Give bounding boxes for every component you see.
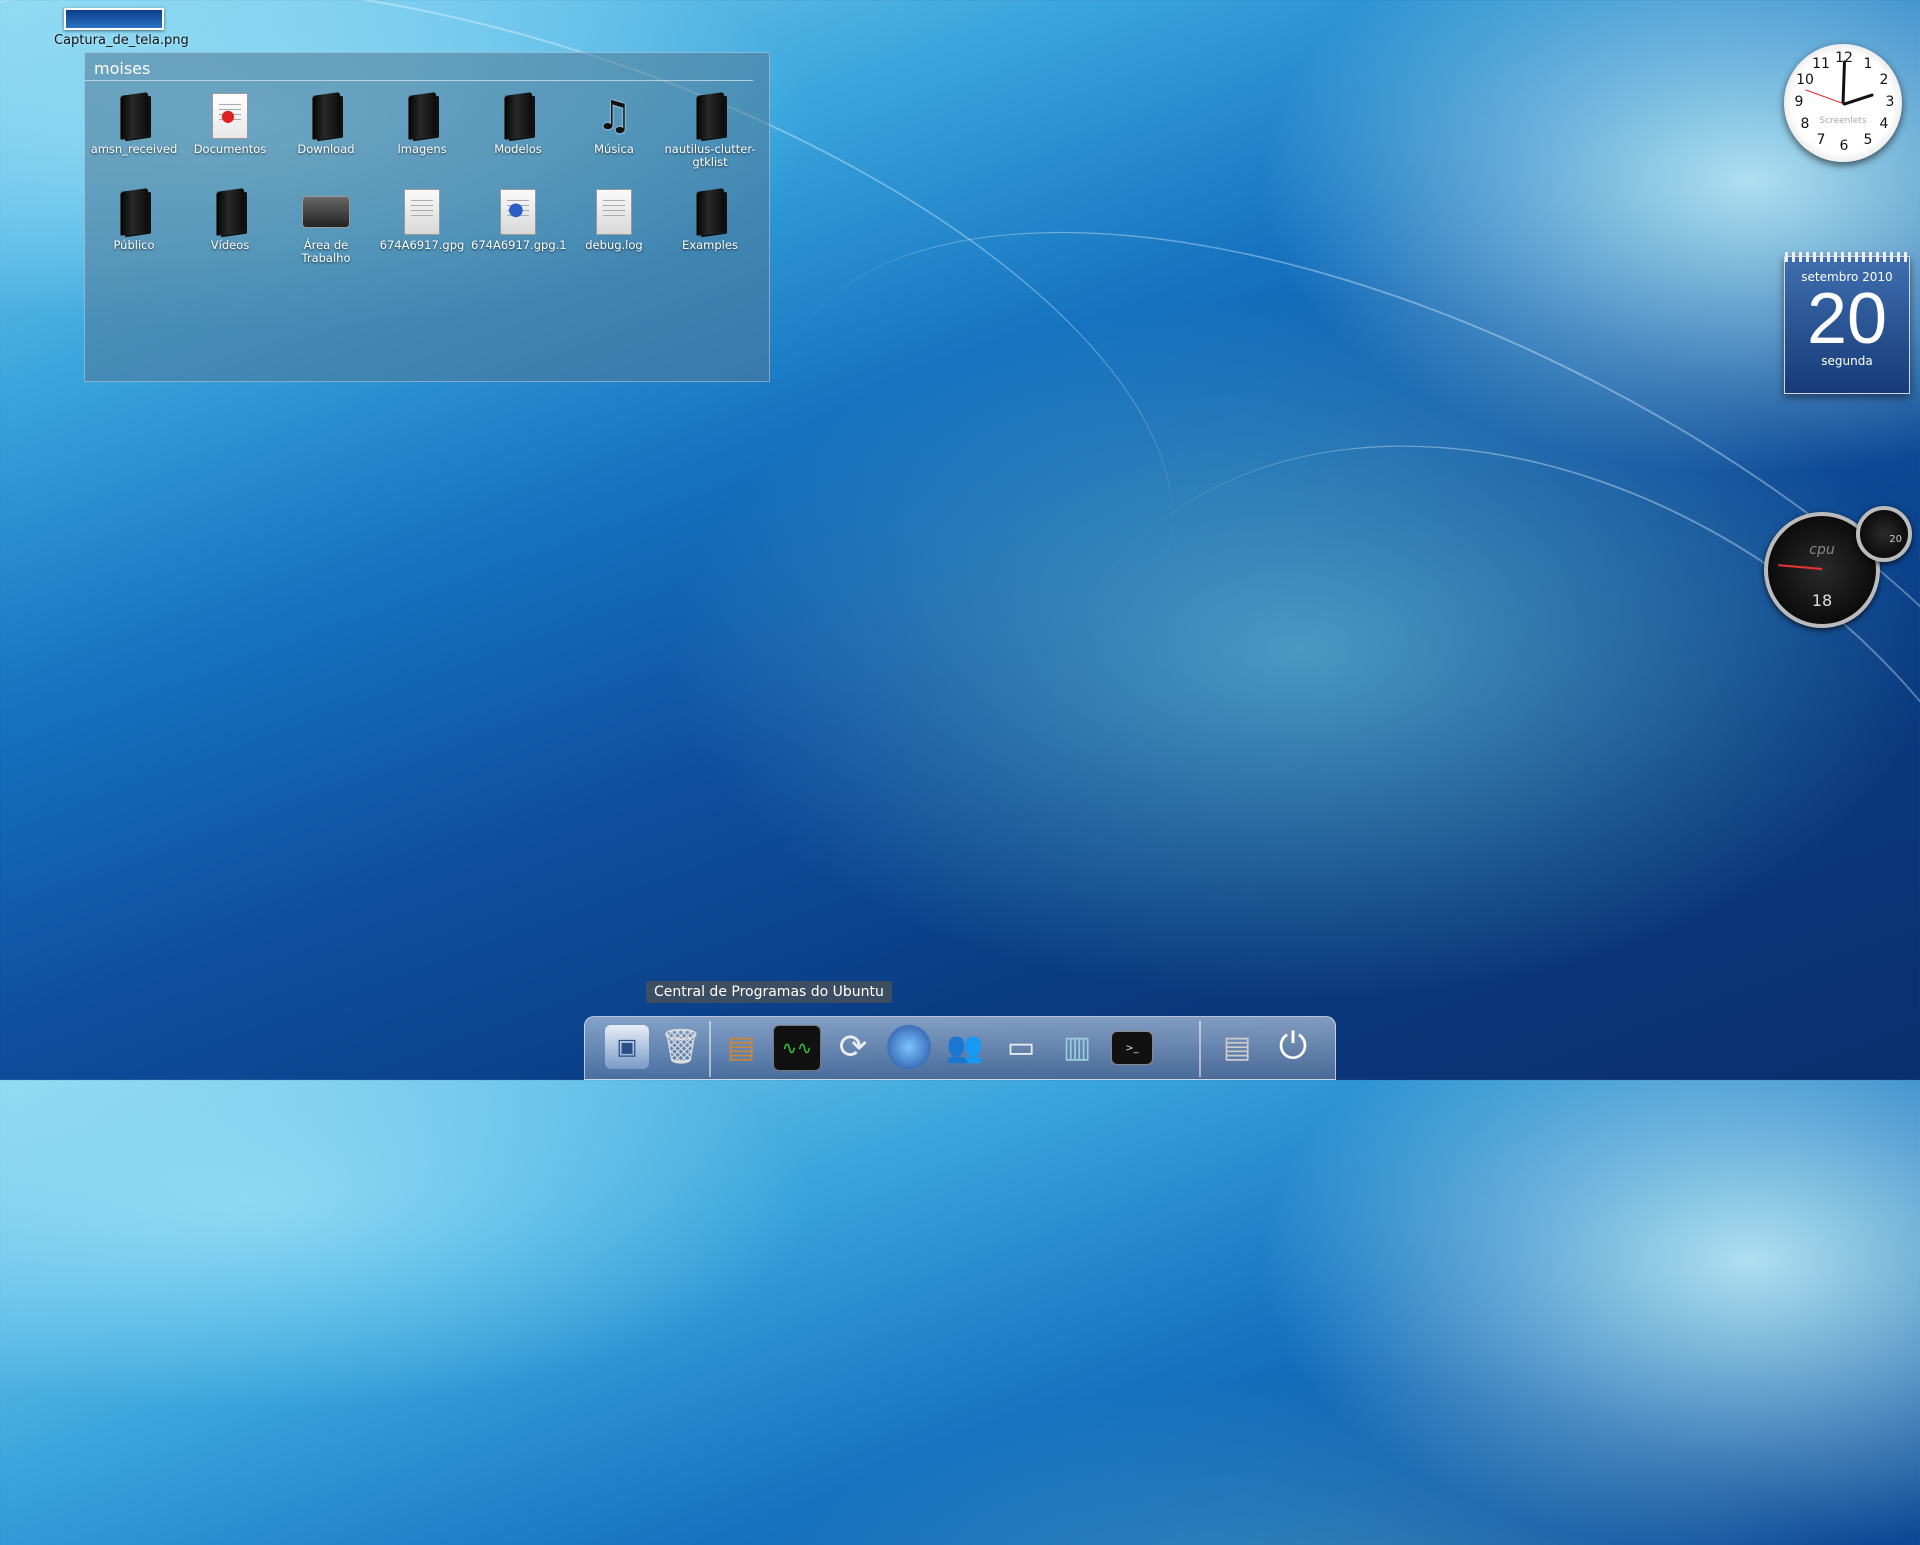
- folder-item-area-de-trabalho[interactable]: Área de Trabalho: [279, 187, 373, 265]
- folder-item-gpg[interactable]: 674A6917.gpg: [375, 187, 469, 252]
- web-browser-icon[interactable]: [887, 1025, 931, 1069]
- clock-number: 11: [1812, 56, 1830, 72]
- folder-item-videos[interactable]: Vídeos: [183, 187, 277, 252]
- clock-number: 6: [1839, 138, 1849, 154]
- update-icon[interactable]: ⟳: [831, 1025, 875, 1069]
- calendar-weekday: segunda: [1821, 354, 1873, 368]
- clock-number: 5: [1863, 132, 1873, 148]
- screen-icon[interactable]: ▭: [999, 1025, 1043, 1069]
- item-label: Público: [113, 238, 155, 252]
- clock-minute-hand: [1841, 60, 1847, 105]
- item-label: Download: [297, 142, 355, 156]
- item-label: debug.log: [585, 238, 643, 252]
- item-label: 674A6917.gpg: [379, 238, 465, 252]
- system-monitor-icon[interactable]: ∿∿: [773, 1025, 821, 1071]
- folder-view-title: moises: [85, 53, 753, 81]
- document-web-icon: ●: [500, 189, 536, 235]
- text-editor-icon[interactable]: ▥: [1055, 1025, 1099, 1069]
- folder-item-nautilus-clutter-gtklist[interactable]: nautilus-clutter-gtklist: [663, 91, 757, 169]
- music-folder-icon: ♫: [596, 93, 632, 139]
- memory-gauge-widget[interactable]: 20: [1856, 506, 1912, 562]
- folder-item-musica[interactable]: ♫ Música: [567, 91, 661, 156]
- clock-brand: Screenlets: [1819, 116, 1867, 126]
- cpu-value: 18: [1811, 591, 1833, 610]
- folder-icon: [216, 188, 244, 236]
- clock-number: 7: [1816, 132, 1826, 148]
- folder-item-debug-log[interactable]: debug.log: [567, 187, 661, 252]
- folder-item-publico[interactable]: Público: [87, 187, 181, 252]
- item-label: Examples: [682, 238, 738, 252]
- software-center-icon[interactable]: ▤: [719, 1025, 763, 1069]
- dock-separator: [1199, 1021, 1201, 1077]
- folder-icon: [312, 92, 340, 140]
- clock-second-hand: [1805, 89, 1844, 104]
- home-folder-icon[interactable]: ▣: [605, 1025, 649, 1069]
- folder-item-gpg-1[interactable]: ● 674A6917.gpg.1: [471, 187, 567, 252]
- clock-number: 9: [1794, 94, 1804, 110]
- folder-icon: [504, 92, 532, 140]
- documents-icon[interactable]: ▤: [1215, 1025, 1259, 1069]
- dock-separator: [709, 1021, 711, 1077]
- clock-number: 3: [1885, 94, 1895, 110]
- clock-number: 2: [1879, 72, 1889, 88]
- clock-number: 1: [1863, 56, 1873, 72]
- desktop-folder-icon: [302, 196, 350, 228]
- item-label: Modelos: [494, 142, 542, 156]
- clock-widget[interactable]: 12 1 2 3 4 5 6 7 8 9 10 11 Screenlets: [1784, 44, 1902, 162]
- clock-number: 10: [1796, 72, 1814, 88]
- messenger-icon[interactable]: 👥: [943, 1025, 987, 1069]
- folder-item-amsn-received[interactable]: amsn_received: [87, 91, 181, 156]
- dock-tooltip: Central de Programas do Ubuntu: [646, 981, 892, 1003]
- folder-icon: [120, 188, 148, 236]
- calendar-day: 20: [1806, 279, 1888, 359]
- item-label: Vídeos: [210, 238, 250, 252]
- item-label: Documentos: [193, 142, 267, 156]
- desktop-file-label: Captura_de_tela.png: [54, 33, 189, 48]
- calendar-widget[interactable]: setembro 2010 20 segunda: [1784, 252, 1910, 394]
- folder-icon: [696, 188, 724, 236]
- item-label: Área de Trabalho: [301, 238, 351, 265]
- terminal-icon[interactable]: >_: [1111, 1031, 1153, 1065]
- document-icon: [596, 189, 632, 235]
- folder-item-imagens[interactable]: Imagens: [375, 91, 469, 156]
- documents-folder-icon: ●: [212, 93, 248, 139]
- item-label: amsn_received: [90, 142, 178, 156]
- power-icon[interactable]: ⏻: [1271, 1025, 1315, 1069]
- folder-view-widget[interactable]: moises amsn_received ● Documentos Downlo…: [84, 52, 770, 382]
- item-label: 674A6917.gpg.1: [471, 238, 567, 252]
- trash-icon[interactable]: 🗑: [659, 1025, 703, 1069]
- calendar-rings: [1785, 252, 1909, 262]
- image-thumbnail-icon: [64, 8, 164, 30]
- item-label: Música: [594, 142, 634, 156]
- desktop-file-screenshot[interactable]: Captura_de_tela.png: [54, 8, 189, 48]
- folder-item-documentos[interactable]: ● Documentos: [183, 91, 277, 156]
- folder-item-download[interactable]: Download: [279, 91, 373, 156]
- folder-icon: [120, 92, 148, 140]
- item-label: nautilus-clutter-gtklist: [664, 142, 756, 169]
- folder-item-modelos[interactable]: Modelos: [471, 91, 565, 156]
- folder-icon: [408, 92, 436, 140]
- dock: ▣ 🗑 ▤ ∿∿ ⟳ 👥 ▭ ▥ >_ ▤ ⏻: [584, 1016, 1336, 1080]
- cpu-needle: [1778, 564, 1823, 570]
- item-label: Imagens: [397, 142, 447, 156]
- document-icon: [404, 189, 440, 235]
- folder-icon: [696, 92, 724, 140]
- folder-item-examples[interactable]: Examples: [663, 187, 757, 252]
- clock-hour-hand: [1842, 93, 1874, 106]
- memory-value: 20: [1889, 534, 1902, 545]
